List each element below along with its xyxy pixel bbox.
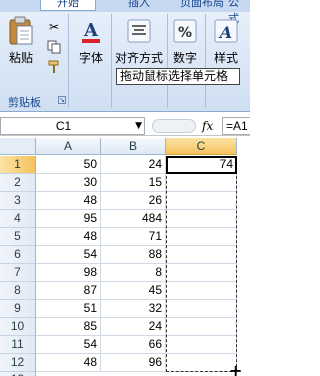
number-button[interactable]: % 数字 [170,16,200,66]
cell-c[interactable] [166,228,237,246]
row-header[interactable]: 1 [0,156,36,174]
row-header[interactable]: 11 [0,336,36,354]
fx-icon[interactable]: fx [202,118,213,134]
paste-icon [9,16,33,45]
alignment-label: 对齐方式 [114,51,163,65]
tooltip: 拖动鼠标选择单元格 [116,68,240,85]
name-box-value: C1 [55,119,72,133]
crosshair-cursor-icon: + [229,361,243,376]
svg-text:A: A [218,23,232,42]
styles-button[interactable]: A 样式 [210,16,242,66]
cell-a[interactable]: 98 [36,264,101,282]
tab-insert[interactable]: 插入 [124,0,154,11]
chevron-down-icon[interactable]: ▼ [135,119,142,133]
paste-button[interactable]: 粘贴 [4,16,38,66]
brush-icon[interactable] [47,60,61,74]
cell-c[interactable] [166,318,237,336]
cell-c[interactable] [166,354,237,372]
svg-text:%: % [178,25,192,41]
select-all-corner[interactable] [0,138,36,155]
tab-formulas[interactable]: 公式 [224,0,250,25]
cell-a[interactable]: 54 [36,336,101,354]
formula-bar: C1 ▼ fx =A1 [0,116,250,136]
group-separator [167,14,168,108]
row-header[interactable]: 5 [0,228,36,246]
column-header-c[interactable]: C [166,138,237,155]
cell-c[interactable] [166,264,237,282]
column-header-a[interactable]: A [36,138,101,155]
tab-home[interactable]: 开始 [40,0,96,11]
cell-a[interactable]: 48 [36,192,101,210]
cell-b[interactable]: 484 [101,210,166,228]
spreadsheet-grid[interactable]: A B C 1 50 24 74 2 30 15 3 48 26 4 95 484 5 48 71 6 54 88 7… [0,138,250,376]
font-button[interactable]: A 字体 [74,16,108,66]
cell-a[interactable]: 48 [36,228,101,246]
ribbon-tab-strip: 开始 插入 页面布局 公式 [0,0,250,25]
cell-a[interactable]: 54 [36,246,101,264]
cell-b[interactable]: 45 [101,282,166,300]
name-box[interactable]: C1 ▼ [0,117,145,135]
cell-b[interactable]: 71 [101,228,166,246]
cell-b[interactable]: 15 [101,174,166,192]
align-lines-icon [127,19,151,43]
scissors-icon[interactable]: ✂ [47,20,61,34]
cell-c[interactable] [166,174,237,192]
percent-icon: % [173,19,197,43]
cell-b[interactable]: 8 [101,264,166,282]
row-header[interactable]: 4 [0,210,36,228]
formula-input[interactable]: =A1 [222,117,250,135]
styles-label: 样式 [213,51,238,65]
column-header-b[interactable]: B [101,138,166,155]
cell-b[interactable]: 88 [101,246,166,264]
row-header[interactable]: 10 [0,318,36,336]
cell-a[interactable]: 50 [36,156,101,174]
font-icon: A [82,20,100,43]
number-label: 数字 [172,51,197,65]
copy-icon[interactable] [47,40,61,54]
cell-b[interactable]: 26 [101,192,166,210]
font-label: 字体 [78,51,103,65]
row-header[interactable]: 12 [0,354,36,372]
group-separator [111,14,112,108]
clipboard-launcher-icon[interactable]: ↘ [58,96,66,104]
cell-b[interactable]: 96 [101,354,166,372]
cell-c[interactable] [166,336,237,354]
row-header[interactable]: 9 [0,300,36,318]
row-header[interactable]: 3 [0,192,36,210]
group-separator [68,14,69,108]
cell-a[interactable]: 48 [36,354,101,372]
cell-b[interactable]: 24 [101,156,166,174]
cell-a[interactable]: 85 [36,318,101,336]
formula-bar-divider[interactable] [152,119,196,133]
alignment-button[interactable]: 对齐方式 [114,16,164,66]
cell-c[interactable]: 74 [166,156,237,174]
cell-c[interactable] [166,192,237,210]
row-header[interactable]: 8 [0,282,36,300]
cell-c[interactable] [166,282,237,300]
cell-a[interactable]: 30 [36,174,101,192]
cell-b[interactable]: 32 [101,300,166,318]
tab-page-layout[interactable]: 页面布局 [176,0,228,11]
cell-b[interactable]: 24 [101,318,166,336]
cell-c[interactable] [166,300,237,318]
styles-icon: A [214,19,238,43]
cell-c[interactable] [166,210,237,228]
cell-c[interactable] [166,246,237,264]
svg-text:A: A [83,20,99,41]
row-header[interactable]: 13 [0,372,36,376]
row-header[interactable]: 2 [0,174,36,192]
paste-label: 粘贴 [8,51,33,65]
cell-b[interactable]: 66 [101,336,166,354]
clipboard-group-label: 剪贴板 [8,96,41,109]
row-header[interactable]: 6 [0,246,36,264]
cell-a[interactable]: 51 [36,300,101,318]
row-header[interactable]: 7 [0,264,36,282]
cell-a[interactable]: 95 [36,210,101,228]
cell-a[interactable]: 87 [36,282,101,300]
group-separator [205,14,206,108]
ribbon: 开始 插入 页面布局 公式 粘贴 ✂ 剪贴板 ↘ A 字体 对齐方式 % 数字 … [0,0,250,112]
